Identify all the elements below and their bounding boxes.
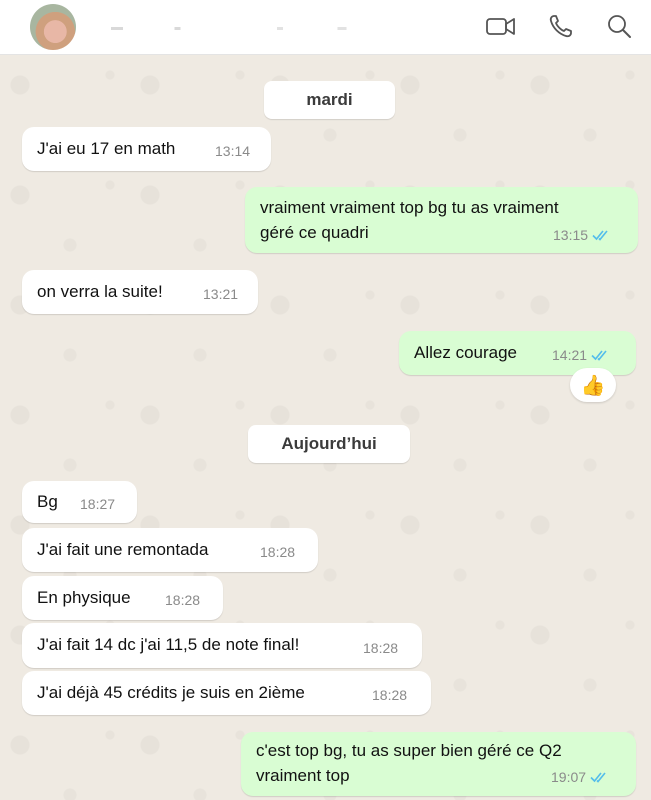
voice-call-button[interactable] bbox=[545, 11, 579, 41]
message-outgoing[interactable]: c'est top bg, tu as super bien géré ce Q… bbox=[241, 732, 636, 796]
double-check-icon bbox=[592, 230, 608, 241]
date-label: mardi bbox=[306, 90, 353, 109]
message-meta: 13:15 bbox=[553, 227, 612, 243]
message-text: Bg bbox=[37, 492, 58, 511]
chat-area[interactable]: mardi J'ai eu 17 en math 13:14 vraiment … bbox=[0, 55, 651, 800]
message-text-line-1: vraiment vraiment top bg tu as vraiment bbox=[260, 198, 559, 217]
message-time: 13:21 bbox=[203, 286, 239, 302]
message-text: J'ai déjà 45 crédits je suis en 2ième bbox=[37, 683, 305, 702]
message-incoming[interactable]: on verra la suite! 13:21 bbox=[22, 270, 258, 314]
message-text: J'ai fait une remontada bbox=[37, 540, 209, 559]
message-incoming[interactable]: Bg 18:27 bbox=[22, 481, 137, 523]
message-meta: 19:07 bbox=[551, 769, 610, 785]
reaction-badge[interactable]: 👍 bbox=[570, 368, 616, 402]
message-time: 18:27 bbox=[80, 496, 116, 512]
message-text: J'ai fait 14 dc j'ai 11,5 de note final! bbox=[37, 635, 300, 654]
message-time: 18:28 bbox=[363, 640, 399, 656]
message-time: 13:15 bbox=[553, 227, 589, 243]
message-time: 18:28 bbox=[165, 592, 201, 608]
avatar[interactable] bbox=[30, 4, 76, 50]
message-incoming[interactable]: J'ai eu 17 en math 13:14 bbox=[22, 127, 271, 171]
video-camera-icon bbox=[486, 18, 515, 35]
message-text-line-2: vraiment top bbox=[256, 766, 350, 785]
video-call-button[interactable] bbox=[484, 11, 518, 41]
message-incoming[interactable]: J'ai fait 14 dc j'ai 11,5 de note final!… bbox=[22, 623, 422, 668]
message-text: Allez courage bbox=[414, 343, 518, 362]
double-check-icon bbox=[590, 772, 606, 783]
message-time: 18:28 bbox=[260, 544, 296, 560]
date-label: Aujourd’hui bbox=[281, 434, 377, 453]
date-separator: Aujourd’hui bbox=[248, 425, 410, 463]
chat-header bbox=[0, 0, 651, 55]
double-check-icon bbox=[591, 350, 607, 361]
message-incoming[interactable]: En physique 18:28 bbox=[22, 576, 223, 620]
message-incoming[interactable]: J'ai fait une remontada 18:28 bbox=[22, 528, 318, 572]
contact-name-redacted[interactable] bbox=[90, 14, 408, 36]
message-text-line-1: c'est top bg, tu as super bien géré ce Q… bbox=[256, 741, 562, 760]
thumbs-up-icon: 👍 bbox=[580, 374, 606, 397]
message-text: J'ai eu 17 en math bbox=[37, 139, 176, 158]
message-text: on verra la suite! bbox=[37, 282, 163, 301]
message-time: 13:14 bbox=[215, 143, 251, 159]
message-incoming[interactable]: J'ai déjà 45 crédits je suis en 2ième 18… bbox=[22, 671, 431, 715]
message-outgoing[interactable]: vraiment vraiment top bg tu as vraiment … bbox=[245, 187, 638, 253]
message-time: 14:21 bbox=[552, 347, 588, 363]
search-button[interactable] bbox=[603, 11, 637, 41]
message-text: En physique bbox=[37, 588, 131, 607]
search-icon bbox=[608, 15, 631, 38]
date-separator: mardi bbox=[264, 81, 395, 119]
phone-icon bbox=[549, 15, 572, 38]
message-meta: 14:21 bbox=[552, 347, 611, 363]
message-time: 19:07 bbox=[551, 769, 587, 785]
message-text-line-2: géré ce quadri bbox=[260, 223, 369, 242]
message-time: 18:28 bbox=[372, 687, 408, 703]
